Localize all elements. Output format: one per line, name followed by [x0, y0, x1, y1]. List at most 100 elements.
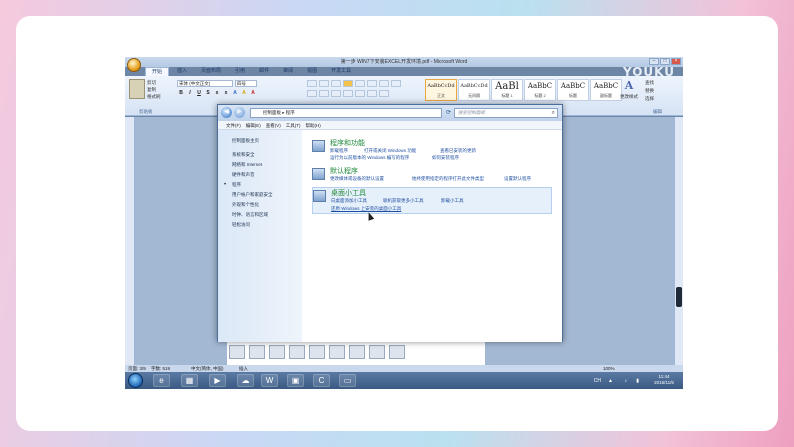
cloud-app-icon[interactable]: ☁	[237, 374, 254, 387]
monitor-icon[interactable]: ▭	[339, 374, 356, 387]
select-button[interactable]: 选择	[645, 95, 681, 103]
replace-button[interactable]: 替换	[645, 87, 681, 95]
media-player-icon[interactable]: ▶	[209, 374, 226, 387]
paste-icon[interactable]	[129, 79, 145, 99]
office-button[interactable]	[127, 58, 141, 72]
tab-view[interactable]: 视图	[301, 67, 323, 76]
link-uninstall[interactable]: 卸载程序	[330, 148, 348, 154]
superscript-button[interactable]: x	[222, 90, 230, 97]
clock[interactable]: 11:44 2015/11/5	[649, 374, 679, 386]
link-how-install[interactable]: 如何安装程序	[432, 155, 459, 161]
vertical-scrollbar[interactable]	[674, 117, 683, 365]
link-compat-programs[interactable]: 运行为以前版本的 Windows 编写的程序	[330, 155, 409, 161]
tab-home[interactable]: 开始	[145, 67, 170, 76]
nav-hardware-sound[interactable]: 硬件和声音	[218, 170, 302, 180]
shading-button[interactable]	[367, 90, 377, 97]
menu-view[interactable]: 查看(V)	[266, 121, 281, 129]
numbering-button[interactable]	[319, 80, 329, 87]
tray-expand-icon[interactable]: ▲	[608, 378, 613, 384]
nav-network-internet[interactable]: 网络和 Internet	[218, 160, 302, 170]
ie-icon[interactable]: e	[153, 374, 170, 387]
align-left-button[interactable]	[307, 90, 317, 97]
category-title[interactable]: 桌面小工具	[331, 188, 366, 198]
asian-layout-button[interactable]	[343, 80, 353, 87]
nav-clock-language[interactable]: 时钟、语言和区域	[218, 210, 302, 220]
volume-icon[interactable]: ♪	[625, 378, 628, 384]
tab-developer[interactable]: 开发工具	[325, 67, 357, 76]
link-add-gadgets[interactable]: 向桌面添加小工具	[331, 198, 367, 204]
status-insert-mode[interactable]: 插入	[239, 365, 248, 372]
tab-references[interactable]: 引用	[229, 67, 251, 76]
search-input[interactable]: 搜索控制面板 ⌕	[454, 108, 558, 118]
link-file-type[interactable]: 始终使用指定的程序打开此文件类型	[412, 176, 484, 182]
explorer-icon[interactable]: ▦	[181, 374, 198, 387]
status-page[interactable]: 页面: 3/9	[128, 365, 146, 372]
underline-button[interactable]: U	[195, 90, 203, 97]
input-lang[interactable]: CH	[594, 378, 601, 384]
start-button[interactable]	[128, 373, 143, 388]
align-center-button[interactable]	[319, 90, 329, 97]
menu-edit[interactable]: 编辑(E)	[246, 121, 261, 129]
change-style-button[interactable]: A 更改样式	[617, 79, 641, 109]
menu-help[interactable]: 帮助(H)	[306, 121, 321, 129]
address-bar[interactable]: 控制面板 ▸ 程序	[250, 108, 442, 118]
copy-button[interactable]: 复制	[147, 87, 156, 93]
link-view-updates[interactable]: 查看已安装的更新	[440, 148, 476, 154]
highlight-icon[interactable]: A	[240, 90, 248, 97]
maximize-button[interactable]: □	[660, 58, 670, 65]
nav-system-security[interactable]: 系统和安全	[218, 150, 302, 160]
borders-button[interactable]	[379, 90, 389, 97]
link-restore-gadgets[interactable]: 还原 Windows 上安装的桌面小工具	[331, 206, 401, 212]
app-c-icon[interactable]: C	[313, 374, 330, 387]
breadcrumb-programs[interactable]: 程序	[286, 110, 295, 115]
bold-button[interactable]: B	[177, 90, 185, 97]
minimize-button[interactable]: –	[649, 58, 659, 65]
scroll-thumb[interactable]	[676, 287, 682, 307]
format-painter-button[interactable]: 格式刷	[147, 94, 161, 100]
nav-appearance[interactable]: 外观和个性化	[218, 200, 302, 210]
category-title[interactable]: 程序和功能	[330, 138, 365, 148]
text-effects-icon[interactable]: A	[231, 90, 239, 97]
link-more-gadgets[interactable]: 联机获取更多小工具	[383, 198, 424, 204]
status-words[interactable]: 字数: 519	[151, 365, 170, 372]
tab-insert[interactable]: 插入	[171, 67, 193, 76]
subscript-button[interactable]: x	[213, 90, 221, 97]
style-heading-2[interactable]: AaBbC 标题 2	[524, 79, 556, 101]
refresh-icon[interactable]: ⟳	[444, 108, 453, 118]
word-taskbar-icon[interactable]: W	[261, 374, 278, 387]
style-no-spacing[interactable]: AaBbCcDd 无间隔	[458, 79, 490, 101]
link-set-defaults[interactable]: 设置默认程序	[504, 176, 531, 182]
link-uninstall-gadget[interactable]: 卸载小工具	[441, 198, 464, 204]
style-heading-1[interactable]: AaBl 标题 1	[491, 79, 523, 101]
style-title[interactable]: AaBbC 标题	[557, 79, 589, 101]
decrease-indent-button[interactable]	[355, 80, 365, 87]
menu-tools[interactable]: 工具(T)	[286, 121, 301, 129]
breadcrumb-control-panel[interactable]: 控制面板	[263, 110, 281, 115]
network-icon[interactable]: ▮	[636, 378, 639, 384]
nav-control-panel-home[interactable]: 控制面板主页	[218, 136, 302, 146]
tab-review[interactable]: 审阅	[277, 67, 299, 76]
link-windows-features[interactable]: 打开或关闭 Windows 功能	[364, 148, 416, 154]
category-title[interactable]: 默认程序	[330, 166, 358, 176]
font-size-select[interactable]: 四号	[235, 80, 257, 87]
show-marks-button[interactable]	[391, 80, 401, 87]
nav-user-accounts[interactable]: 用户帐户和家庭安全	[218, 190, 302, 200]
bullets-button[interactable]	[307, 80, 317, 87]
font-name-select[interactable]: 宋体 (中文正文)	[177, 80, 233, 87]
line-spacing-button[interactable]	[355, 90, 365, 97]
justify-button[interactable]	[343, 90, 353, 97]
back-icon[interactable]: ◀	[221, 107, 232, 118]
close-button[interactable]: ×	[671, 58, 681, 65]
status-language[interactable]: 中文(简体, 中国)	[191, 365, 224, 372]
tab-page-layout[interactable]: 页面布局	[195, 67, 227, 76]
style-normal[interactable]: AaBbCcDd 正文	[425, 79, 457, 101]
control-panel-taskbar-icon[interactable]: ▣	[287, 374, 304, 387]
multilevel-list-button[interactable]	[331, 80, 341, 87]
forward-icon[interactable]: ▶	[234, 107, 245, 118]
align-right-button[interactable]	[331, 90, 341, 97]
zoom-level[interactable]: 100%	[603, 365, 615, 372]
find-button[interactable]: 查找	[645, 79, 681, 87]
font-color-icon[interactable]: A	[249, 90, 257, 97]
nav-ease-of-access[interactable]: 轻松访问	[218, 220, 302, 230]
cut-button[interactable]: 剪切	[147, 80, 156, 86]
